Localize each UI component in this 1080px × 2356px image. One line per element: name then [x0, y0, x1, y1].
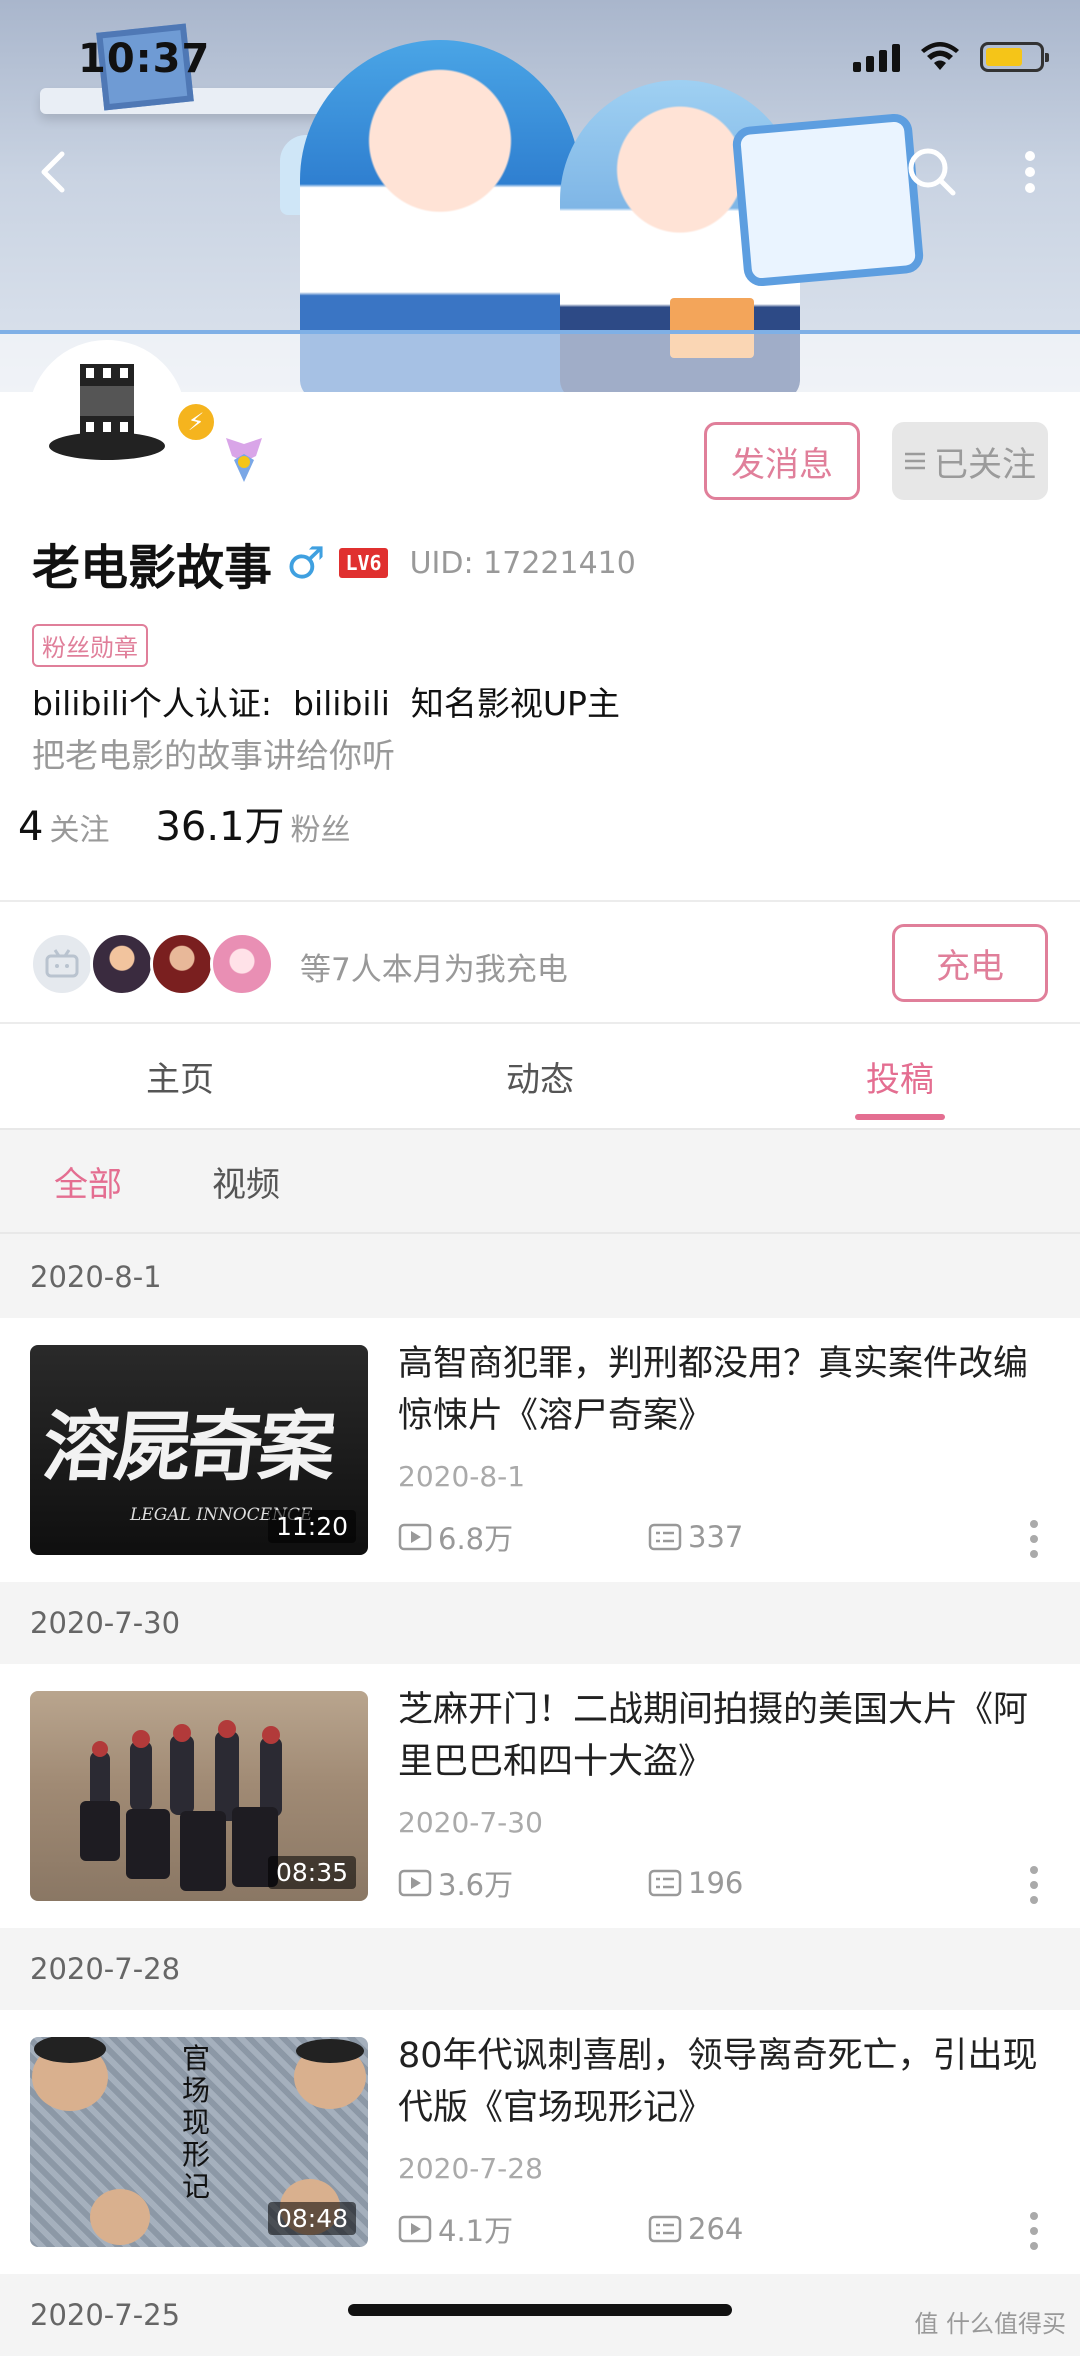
level-badge: LV6 [339, 548, 388, 578]
video-title[interactable]: 高智商犯罪，判刑都没用？真实案件改编惊悚片《溶尸奇案》 [398, 1338, 1038, 1442]
danmaku-count: 196 [688, 1866, 744, 1900]
fans-count[interactable]: 36.1万 [155, 794, 284, 852]
avatar[interactable]: ⚡ [28, 340, 218, 498]
video-meta: 4.1万 264 [398, 2208, 1038, 2250]
video-item[interactable]: 官场现形记 08:48 80年代讽刺喜剧，领导离奇死亡，引出现代版《官场现形记》… [0, 2010, 1080, 2274]
wing-medal-icon [226, 438, 262, 482]
video-item[interactable]: 溶屍奇案 LEGAL INNOCENCE 11:20 高智商犯罪，判刑都没用？真… [0, 1318, 1080, 1582]
status-icons [853, 42, 1049, 72]
video-date: 2020-7-30 [398, 1806, 543, 1839]
video-duration: 11:20 [267, 1510, 356, 1543]
upload-filter-tabs: 全部 视频 [0, 1130, 1080, 1234]
uid[interactable]: UID: 17221410 [410, 546, 636, 581]
play-count: 3.6万 [438, 1868, 514, 1902]
danmaku-count-icon [648, 2215, 682, 2243]
more-vertical-icon [1025, 151, 1035, 193]
play-count-icon [398, 1869, 432, 1897]
danmaku-count-icon [648, 1869, 682, 1897]
video-title[interactable]: 芝麻开门！二战期间拍摄的美国大片《阿里巴巴和四十大盗》 [398, 1684, 1038, 1788]
banner-tv [731, 112, 925, 288]
wifi-icon [921, 42, 959, 70]
profile-card: ⚡ 发消息 已关注 老电影故事 ♂ LV6 UID: 17221410 粉丝勋章… [0, 340, 1080, 900]
charger-avatar [210, 932, 274, 996]
tab-uploads[interactable]: 投稿 [720, 1024, 1080, 1128]
home-indicator[interactable] [348, 2304, 732, 2316]
status-time: 10:37 [78, 36, 211, 82]
video-duration: 08:48 [267, 2202, 356, 2235]
play-count-icon [398, 1523, 432, 1551]
tv-mascot-icon [45, 949, 79, 978]
charger-avatars[interactable] [30, 932, 274, 996]
following-label[interactable]: 关注 [49, 805, 109, 849]
video-duration: 08:35 [267, 1856, 356, 1889]
video-thumbnail[interactable]: 溶屍奇案 LEGAL INNOCENCE 11:20 [30, 1345, 368, 1555]
charger-avatar [150, 932, 214, 996]
watermark: 值 什么值得买 [914, 2310, 1066, 2338]
search-button[interactable] [900, 140, 964, 204]
danmaku-count-icon [648, 1523, 682, 1551]
follow-stats: 4 关注 36.1万 粉丝 [18, 794, 351, 852]
video-date: 2020-8-1 [398, 1460, 526, 1493]
battery-icon [980, 42, 1049, 72]
followed-button[interactable]: 已关注 [892, 422, 1048, 500]
video-date: 2020-7-28 [398, 2152, 543, 2185]
profile-tabs: 主页 动态 投稿 [0, 1024, 1080, 1130]
date-header: 2020-7-30 [0, 1582, 1080, 1664]
tab-home[interactable]: 主页 [0, 1024, 360, 1128]
subtab-videos[interactable]: 视频 [212, 1157, 280, 1206]
fans-label[interactable]: 粉丝 [291, 805, 351, 849]
video-meta: 3.6万 196 [398, 1862, 1038, 1904]
play-count-icon [398, 2215, 432, 2243]
profile-banner: 10:37 [0, 0, 1080, 392]
video-title[interactable]: 80年代讽刺喜剧，领导离奇死亡，引出现代版《官场现形记》 [398, 2030, 1038, 2134]
tab-dynamics[interactable]: 动态 [360, 1024, 720, 1128]
thumbnail-title-art: 溶屍奇案 [38, 1402, 336, 1491]
chevron-left-icon [41, 151, 65, 193]
danmaku-count: 264 [688, 2212, 744, 2246]
video-item[interactable]: 08:35 芝麻开门！二战期间拍摄的美国大片《阿里巴巴和四十大盗》 2020-7… [0, 1664, 1080, 1928]
play-count: 6.8万 [438, 1522, 514, 1556]
gender-male-icon: ♂ [286, 537, 326, 589]
play-count: 4.1万 [438, 2214, 514, 2248]
followed-button-label: 已关注 [934, 444, 1036, 485]
charge-text: 等7人本月为我充电 [300, 952, 568, 988]
fan-medal-badge[interactable]: 粉丝勋章 [32, 624, 148, 667]
cellular-signal-icon [853, 42, 900, 72]
charger-avatar [90, 932, 154, 996]
menu-lines-icon [905, 452, 925, 470]
danmaku-count: 337 [688, 1520, 744, 1554]
video-thumbnail[interactable]: 官场现形记 08:48 [30, 2037, 368, 2247]
following-count[interactable]: 4 [18, 804, 43, 850]
charge-section: 等7人本月为我充电 充电 [0, 900, 1080, 1024]
verified-badge-icon: ⚡ [174, 400, 218, 444]
thumbnail-vertical-title: 官场现形记 [182, 2042, 211, 2203]
video-thumbnail[interactable]: 08:35 [30, 1691, 368, 1901]
top-hat-film-icon [49, 364, 165, 460]
subtab-all[interactable]: 全部 [54, 1157, 122, 1206]
send-message-button[interactable]: 发消息 [704, 422, 860, 500]
name-row: 老电影故事 ♂ LV6 UID: 17221410 [32, 528, 636, 598]
signature-text: 把老电影的故事讲给你听 [32, 736, 395, 775]
search-icon [908, 148, 956, 196]
charge-button[interactable]: 充电 [892, 924, 1048, 1002]
video-more-button[interactable] [1030, 2212, 1040, 2250]
more-button[interactable] [998, 140, 1062, 204]
video-more-button[interactable] [1030, 1866, 1040, 1904]
video-more-button[interactable] [1030, 1520, 1040, 1558]
profile-name: 老电影故事 [32, 540, 273, 596]
video-meta: 6.8万 337 [398, 1516, 1038, 1558]
video-list: 2020-8-1 溶屍奇案 LEGAL INNOCENCE 11:20 高智商犯… [0, 1236, 1080, 2356]
date-header: 2020-7-28 [0, 1928, 1080, 2010]
date-header: 2020-8-1 [0, 1236, 1080, 1318]
certification-text: bilibili个人认证: bilibili 知名影视UP主 [32, 684, 620, 723]
back-button[interactable] [24, 140, 88, 204]
charger-avatar [30, 932, 94, 996]
